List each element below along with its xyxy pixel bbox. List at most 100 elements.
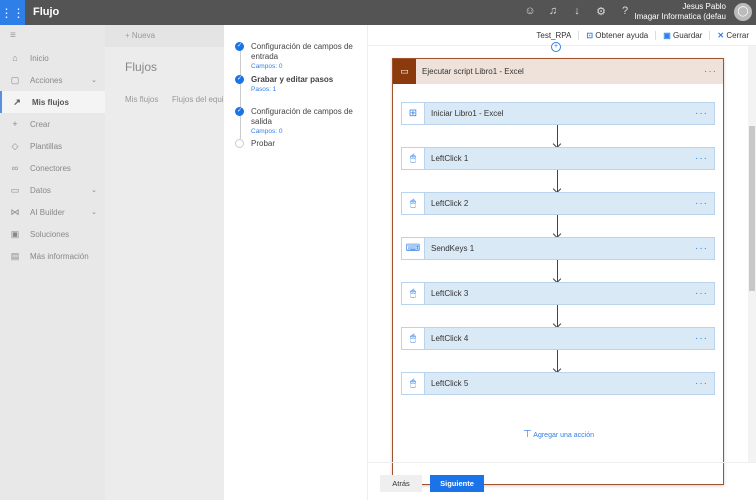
action-icon: ⊞: [402, 103, 425, 124]
action-card[interactable]: ⌨ SendKeys 1 ···: [401, 237, 715, 260]
next-button[interactable]: Siguiente: [430, 475, 484, 492]
sidebar-item-label: Más información: [30, 251, 89, 261]
help-button[interactable]: ⊡ Obtener ayuda: [578, 30, 655, 40]
notifications-icon[interactable]: ♫: [542, 5, 564, 17]
arrow-connector: [557, 170, 558, 192]
step-subtitle: Campos: 0: [251, 128, 283, 135]
sidebar-item[interactable]: ▢ Acciones ⌄: [0, 69, 105, 91]
wizard-step[interactable]: ✓ Grabar y editar pasos Pasos: 1: [235, 75, 361, 95]
chevron-down-icon[interactable]: ⌄: [91, 186, 97, 194]
sidebar-item[interactable]: ▤ Más información: [0, 245, 105, 267]
wizard-step[interactable]: ✓ Configuración de campos de entrada Campo…: [235, 42, 361, 72]
sidebar-item-label: Datos: [30, 185, 51, 195]
add-action-link[interactable]: ⊤ Agregar una acción: [523, 429, 594, 440]
sidebar-icon: ⋈: [10, 206, 20, 217]
tab-my-flows[interactable]: Mis flujos: [125, 95, 158, 104]
sidebar-icon: +: [12, 119, 18, 129]
feedback-icon[interactable]: ☺: [519, 5, 541, 17]
action-icon: 🖱: [402, 148, 425, 169]
sidebar-item[interactable]: ▣ Soluciones: [0, 223, 105, 245]
scope-card: ▭ Ejecutar script Libro1 - Excel ··· ⊞ In…: [392, 58, 724, 485]
scrollbar[interactable]: [748, 46, 756, 462]
sidebar-icon: ↗: [13, 96, 21, 107]
sidebar-item[interactable]: ◇ Plantillas: [0, 135, 105, 157]
sidebar-item-label: Crear: [30, 119, 51, 129]
action-card[interactable]: 🖱 LeftClick 4 ···: [401, 327, 715, 350]
action-card[interactable]: ⊞ Iniciar Libro1 - Excel ···: [401, 102, 715, 125]
more-icon[interactable]: ···: [695, 333, 714, 344]
action-icon: 🖱: [402, 193, 425, 214]
circle-icon: [235, 139, 244, 148]
action-icon: ⌨: [402, 238, 425, 259]
more-icon[interactable]: ···: [695, 243, 714, 254]
sidebar-item-label: AI Builder: [30, 207, 65, 217]
action-label: SendKeys 1: [431, 244, 475, 253]
new-button[interactable]: Nueva: [132, 31, 155, 40]
wizard-panel: ✓ Configuración de campos de entrada Campo…: [224, 25, 368, 500]
more-icon[interactable]: ···: [695, 288, 714, 299]
sidebar-icon: ▤: [10, 250, 20, 261]
sidebar-item[interactable]: ⋈ AI Builder ⌄: [0, 201, 105, 223]
user-name: Jesus Pablo: [682, 2, 726, 11]
save-icon: ▣: [663, 30, 671, 40]
more-icon[interactable]: ···: [695, 198, 714, 209]
close-button[interactable]: ✕ Cerrar: [709, 30, 756, 40]
scope-header[interactable]: ▭ Ejecutar script Libro1 - Excel ···: [393, 59, 723, 84]
arrow-connector: [557, 215, 558, 237]
arrow-connector: [557, 350, 558, 372]
help-icon[interactable]: ?: [614, 5, 636, 17]
hamburger-icon[interactable]: ≡: [10, 30, 16, 41]
app-launcher-icon[interactable]: ⋮⋮: [0, 0, 25, 25]
more-icon[interactable]: ···: [695, 153, 714, 164]
user-org: Imagar Informatica (defau: [634, 12, 726, 21]
sidebar-item[interactable]: + Crear: [0, 113, 105, 135]
wizard-step[interactable]: Probar: [235, 139, 361, 149]
more-icon[interactable]: ···: [695, 378, 714, 389]
sidebar: ≡ ⌂ Inicio ▢ Acciones ⌄ ↗ Mis flujos + Crear ◇ Pla…: [0, 25, 105, 500]
flow-canvas: + ▭ Ejecutar script Libro1 - Excel ··· ⊞…: [368, 42, 748, 485]
sidebar-item[interactable]: ⌂ Inicio: [0, 47, 105, 69]
more-icon[interactable]: ···: [695, 108, 714, 119]
wizard-step[interactable]: ✓ Configuración de campos de salida Campos…: [235, 107, 361, 137]
footer: Atrás Siguiente: [368, 462, 756, 500]
save-button[interactable]: ▣ Guardar: [655, 30, 709, 40]
user-info[interactable]: Jesus Pablo Imagar Informatica (defau: [634, 2, 726, 22]
action-label: LeftClick 2: [431, 199, 469, 208]
action-icon: 🖱: [402, 373, 425, 394]
action-card[interactable]: 🖱 LeftClick 3 ···: [401, 282, 715, 305]
chevron-down-icon[interactable]: ⌄: [91, 208, 97, 216]
action-card[interactable]: 🖱 LeftClick 5 ···: [401, 372, 715, 395]
sidebar-item[interactable]: ▭ Datos ⌄: [0, 179, 105, 201]
insert-step-icon[interactable]: +: [551, 42, 561, 52]
step-title: Grabar y editar pasos: [251, 75, 334, 84]
download-icon[interactable]: ↓: [566, 5, 588, 17]
action-label: LeftClick 1: [431, 154, 469, 163]
action-label: LeftClick 4: [431, 334, 469, 343]
flow-name: Test_RPA: [536, 30, 572, 40]
sidebar-icon: ∞: [11, 163, 19, 173]
action-card[interactable]: 🖱 LeftClick 2 ···: [401, 192, 715, 215]
check-icon: ✓: [235, 42, 244, 51]
scope-title: Ejecutar script Libro1 - Excel: [422, 67, 524, 76]
sidebar-icon: ⌂: [12, 53, 18, 63]
check-icon: ✓: [235, 107, 244, 116]
back-button[interactable]: Atrás: [380, 475, 422, 492]
sidebar-icon: ▭: [10, 184, 20, 195]
page-title: Flujos: [125, 60, 158, 74]
arrow-connector: [557, 260, 558, 282]
toolbar: Test_RPA ⊡ Obtener ayuda ▣ Guardar ✕ Cer…: [368, 25, 756, 46]
sidebar-item-label: Inicio: [30, 53, 49, 63]
avatar[interactable]: ◯: [734, 3, 752, 21]
sidebar-item[interactable]: ∞ Conectores: [0, 157, 105, 179]
sidebar-icon: ◇: [11, 140, 19, 151]
settings-icon[interactable]: ⚙: [590, 5, 612, 18]
sidebar-item-label: Plantillas: [30, 141, 63, 151]
arrow-connector: [557, 305, 558, 327]
more-icon[interactable]: ···: [704, 66, 723, 77]
sidebar-icon: ▣: [10, 228, 20, 239]
chevron-down-icon[interactable]: ⌄: [91, 76, 97, 84]
step-title: Configuración de campos de salida: [251, 107, 353, 126]
sidebar-item-label: Conectores: [30, 163, 71, 173]
action-card[interactable]: 🖱 LeftClick 1 ···: [401, 147, 715, 170]
sidebar-item[interactable]: ↗ Mis flujos: [0, 91, 105, 113]
